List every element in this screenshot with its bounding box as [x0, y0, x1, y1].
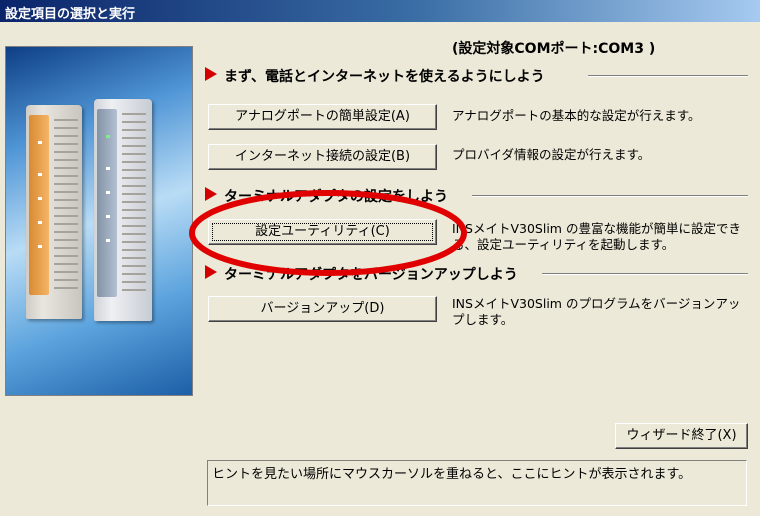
title-bar[interactable]: 設定項目の選択と実行 [0, 0, 760, 22]
version-up-button[interactable]: バージョンアップ(D) [208, 296, 437, 322]
com-port-label: (設定対象COMポート:COM3 ) [452, 41, 656, 57]
analog-port-description: アナログポートの基本的な設定が行えます。 [452, 108, 701, 123]
product-photo [5, 46, 193, 396]
version-up-description: INSメイトV30Slim のプログラムをバージョンアップします。 [452, 296, 741, 327]
section-divider [588, 75, 748, 77]
hint-box: ヒントを見たい場所にマウスカーソルを重ねると、ここにヒントが表示されます。 [207, 460, 747, 506]
internet-connection-button[interactable]: インターネット接続の設定(B) [208, 144, 437, 170]
front-panel [97, 109, 117, 297]
terminal-adapter-orange [26, 105, 82, 319]
wizard-window: 設定項目の選択と実行 (設定対象COMポート:COM3) まず、電話とインター… [0, 0, 760, 516]
front-panel [29, 115, 49, 295]
window-title: 設定項目の選択と実行 [5, 7, 136, 22]
section-divider [472, 195, 748, 197]
section-header-phone-internet: まず、電話とインターネットを使えるようにしよう [200, 66, 748, 85]
red-arrow-icon [205, 67, 217, 81]
analog-port-setup-button[interactable]: アナログポートの簡単設定(A) [208, 104, 437, 130]
section-divider [542, 273, 748, 275]
internet-connection-description: プロバイダ情報の設定が行えます。 [452, 147, 651, 162]
section-title: まず、電話とインターネットを使えるようにしよう [224, 69, 545, 85]
settings-utility-description: INSメイトV30Slim の豊富な機能が簡単に設定できる、設定ユーティリティを… [452, 221, 741, 252]
exit-wizard-button[interactable]: ウィザード終了(X) [615, 423, 748, 449]
red-annotation-oval [189, 190, 467, 276]
terminal-adapter-grey [94, 99, 152, 321]
